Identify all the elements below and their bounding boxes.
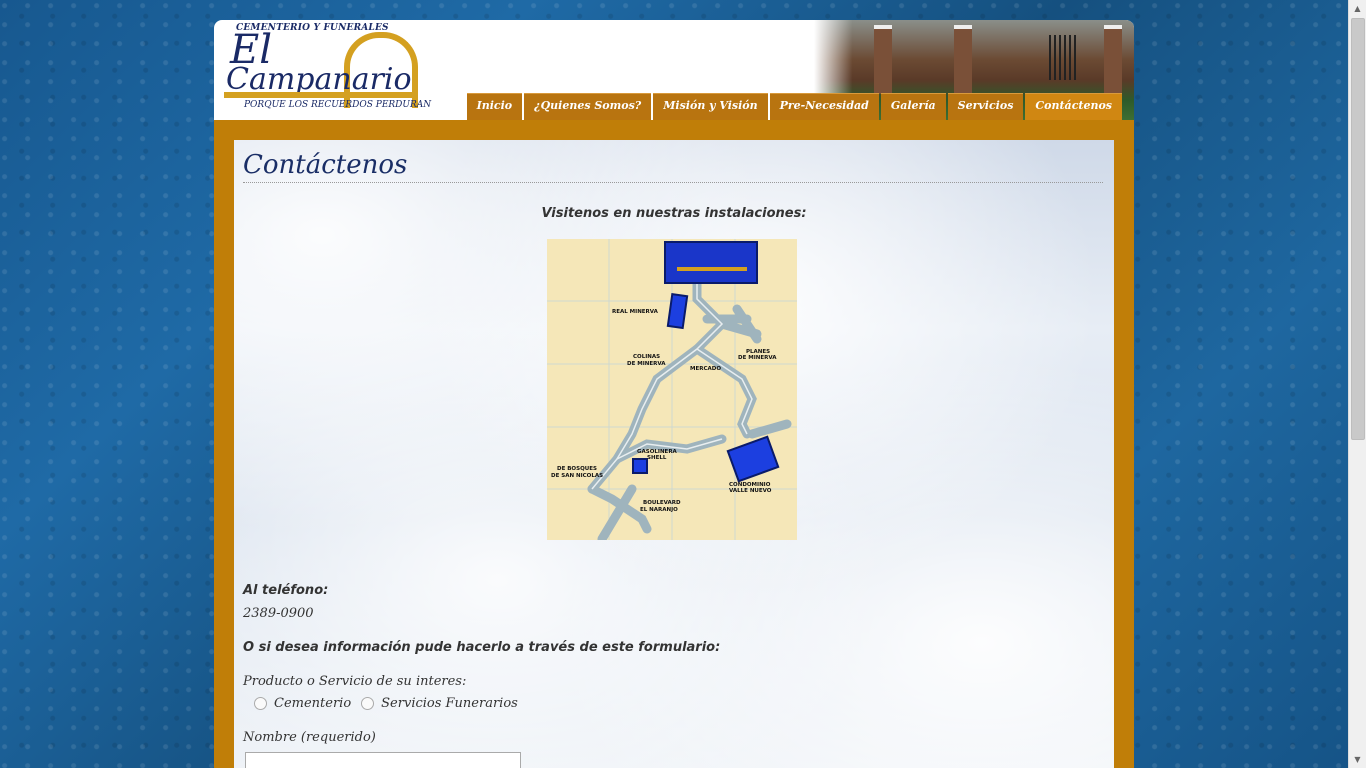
logo-tagline-bottom: PORQUE LOS RECUERDOS PERDURAN — [244, 100, 432, 110]
logo[interactable]: CEMENTERIO Y FUNERALES El Campanario POR… — [224, 22, 431, 118]
map-label-planes2: DE MINERVA — [738, 355, 777, 361]
radio-cementerio[interactable] — [254, 697, 267, 710]
building-pillar — [954, 25, 972, 94]
map-label-boulevard1: BOULEVARD — [643, 500, 681, 506]
nav-tab-contactenos[interactable]: Contáctenos — [1025, 93, 1122, 120]
map-label-condominio2: VALLE NUEVO — [729, 488, 772, 494]
visit-heading: Visitenos en nuestras instalaciones: — [541, 206, 807, 221]
scroll-up-arrow-icon[interactable]: ▲ — [1349, 0, 1366, 17]
building-pillar — [1104, 25, 1122, 94]
name-label: Nombre (requerido) — [243, 730, 376, 745]
main-nav: Inicio ¿Quienes Somos? Misión y Visión P… — [466, 93, 1122, 120]
radio-label-servicios-funerarios: Servicios Funerarios — [381, 696, 518, 711]
map-label-gasolinera2: SHELL — [647, 455, 667, 461]
main-content: Contáctenos Visitenos en nuestras instal… — [234, 140, 1114, 768]
map-label-colinas2: DE MINERVA — [627, 361, 666, 367]
phone-label: Al teléfono: — [243, 583, 329, 598]
map-label-mercado: MERCADO — [690, 366, 721, 372]
gate — [1049, 35, 1079, 80]
name-input[interactable] — [245, 752, 521, 768]
radio-label-cementerio: Cementerio — [274, 696, 352, 711]
map-logo-band — [677, 267, 747, 271]
phone-value: 2389-0900 — [243, 606, 314, 621]
building-pillar — [874, 25, 892, 94]
header: CEMENTERIO Y FUNERALES El Campanario POR… — [214, 20, 1134, 120]
nav-tab-galeria[interactable]: Galería — [880, 93, 946, 120]
vertical-scrollbar[interactable]: ▲ ▼ — [1348, 0, 1366, 768]
site-container: CEMENTERIO Y FUNERALES El Campanario POR… — [214, 20, 1134, 768]
map-label-boulevard2: EL NARANJO — [640, 507, 678, 513]
nav-tab-servicios[interactable]: Servicios — [947, 93, 1024, 120]
scrollbar-thumb[interactable] — [1351, 18, 1365, 440]
location-map: REAL MINERVA COLINAS DE MINERVA PLANES D… — [547, 239, 797, 540]
map-label-bosques2: DE SAN NICOLAS — [551, 473, 603, 479]
map-label-real-minerva: REAL MINERVA — [612, 309, 659, 315]
form-intro: O si desea información pude hacerlo a tr… — [243, 640, 721, 655]
nav-tab-quienes-somos[interactable]: ¿Quienes Somos? — [524, 93, 652, 120]
nav-tab-pre-necesidad[interactable]: Pre-Necesidad — [769, 93, 879, 120]
logo-band — [224, 92, 412, 98]
map-label-colinas1: COLINAS — [633, 354, 660, 360]
map-graphic: REAL MINERVA COLINAS DE MINERVA PLANES D… — [547, 239, 797, 540]
scroll-down-arrow-icon[interactable]: ▼ — [1349, 751, 1366, 768]
map-building-real-minerva — [666, 293, 689, 330]
map-cemetery-marker — [664, 241, 758, 284]
content-frame: Contáctenos Visitenos en nuestras instal… — [214, 120, 1134, 768]
product-label: Producto o Servicio de su interes: — [243, 674, 467, 689]
radio-servicios-funerarios[interactable] — [361, 697, 375, 710]
page-title: Contáctenos — [243, 148, 1103, 183]
nav-tab-inicio[interactable]: Inicio — [466, 93, 523, 120]
nav-tab-mision-vision[interactable]: Misión y Visión — [653, 93, 768, 120]
map-roads — [587, 274, 792, 540]
map-label-bosques1: DE BOSQUES — [557, 466, 597, 472]
map-grid — [547, 239, 797, 540]
map-building-shell — [632, 458, 648, 474]
product-options: Cementerio Servicios Funerarios — [254, 696, 528, 711]
